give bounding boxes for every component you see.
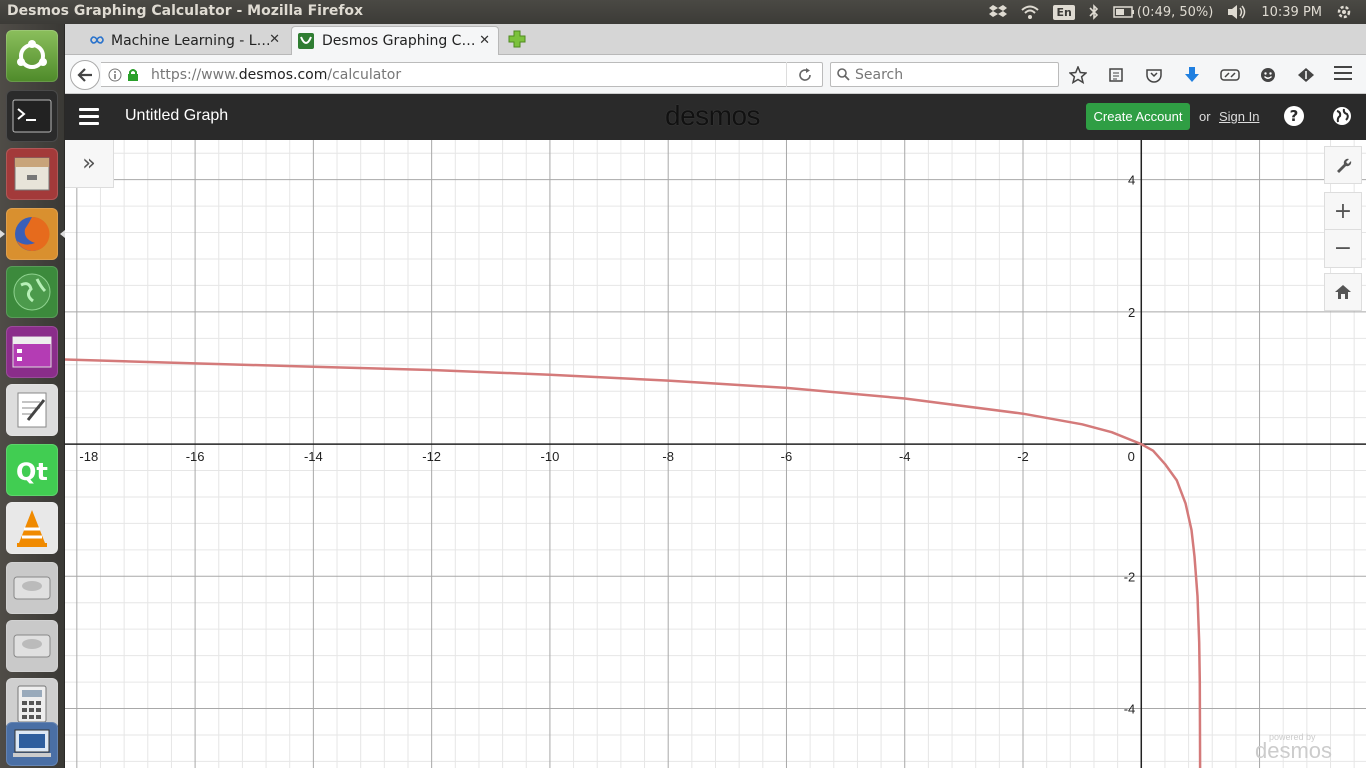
- zoom-in-button[interactable]: +: [1324, 192, 1362, 230]
- files-icon[interactable]: [6, 148, 58, 200]
- double-chevron-icon: »: [82, 151, 96, 176]
- help-icon[interactable]: ?: [1284, 106, 1304, 126]
- info-icon[interactable]: [108, 68, 122, 82]
- wrench-icon: [1324, 146, 1362, 184]
- smiley-icon[interactable]: [1258, 65, 1278, 85]
- tab-label: Machine Learning - L…: [111, 32, 271, 49]
- url-bar[interactable]: https://www. desmos.com/calculator: [101, 62, 823, 87]
- graph-title[interactable]: Untitled Graph: [125, 107, 228, 125]
- tab-label: Desmos Graphing C…: [322, 33, 476, 49]
- x-tick-label: 0: [1128, 449, 1135, 464]
- search-icon: [837, 68, 850, 81]
- y-tick-label: -4: [1124, 702, 1136, 717]
- x-tick-label: -12: [422, 449, 441, 464]
- language-globe-icon[interactable]: [1332, 106, 1352, 126]
- new-tab-icon[interactable]: [508, 30, 526, 48]
- power-gear-icon[interactable]: [1336, 0, 1352, 24]
- menu-hamburger-icon[interactable]: [1334, 66, 1352, 82]
- reload-button[interactable]: [786, 62, 822, 87]
- firefox-icon[interactable]: [6, 208, 58, 260]
- battery-indicator[interactable]: (0:49, 50%): [1113, 0, 1214, 24]
- x-tick-label: -4: [899, 449, 911, 464]
- zoom-controls: + −: [1324, 192, 1362, 268]
- x-tick-label: -8: [662, 449, 674, 464]
- x-tick-label: -18: [79, 449, 98, 464]
- qt-creator-icon[interactable]: Qt: [6, 444, 58, 496]
- graph-canvas[interactable]: -18 -16 -14 -12 -10 -8 -6 -4 -2 0 4 2 -2 -4: [65, 140, 1366, 768]
- desmos-logo: desmos: [665, 100, 761, 131]
- desmos-menu-icon[interactable]: [79, 108, 99, 126]
- share-icon[interactable]: [1296, 65, 1316, 85]
- battery-icon: [1113, 6, 1134, 18]
- back-button[interactable]: [70, 60, 100, 90]
- battery-text: (0:49, 50%): [1136, 4, 1214, 20]
- terminal-icon[interactable]: [6, 90, 58, 142]
- purple-app-icon[interactable]: [6, 326, 58, 378]
- coursera-infinity-icon: [90, 36, 104, 44]
- x-tick-label: -10: [541, 449, 560, 464]
- dropbox-icon[interactable]: [989, 0, 1008, 24]
- pocket-icon[interactable]: [1144, 65, 1164, 85]
- desmos-header: Untitled Graph desmos Create Account or …: [65, 94, 1366, 140]
- powered-by-logo: desmos: [1255, 738, 1333, 763]
- function-curve: [65, 358, 1202, 768]
- x-tick-label: -14: [304, 449, 323, 464]
- tab-desmos[interactable]: Desmos Graphing C… ✕: [291, 26, 499, 55]
- close-tab-icon[interactable]: ✕: [269, 32, 280, 47]
- text-editor-icon[interactable]: [6, 384, 58, 436]
- reading-list-icon[interactable]: [1106, 65, 1126, 85]
- y-tick-label: -2: [1124, 569, 1136, 584]
- powered-by-desmos[interactable]: powered by desmos: [1255, 732, 1332, 764]
- y-tick-label: 4: [1128, 173, 1135, 188]
- firefox-window: Machine Learning - L… ✕ Desmos Graphing …: [65, 24, 1366, 768]
- clock[interactable]: 10:39 PM: [1261, 0, 1322, 24]
- url-path: /calculator: [327, 66, 402, 83]
- globe-app-icon[interactable]: [6, 266, 58, 318]
- create-account-button[interactable]: Create Account: [1086, 103, 1190, 130]
- svg-text:Qt: Qt: [16, 458, 48, 486]
- graph-settings-button[interactable]: [1324, 146, 1362, 184]
- top-panel: Desmos Graphing Calculator - Mozilla Fir…: [0, 0, 1366, 24]
- remote-desktop-icon[interactable]: [6, 722, 58, 766]
- extension-icon[interactable]: [1220, 65, 1240, 85]
- keyboard-layout-indicator[interactable]: En: [1053, 0, 1075, 24]
- drive-icon-2[interactable]: [6, 620, 58, 672]
- close-tab-icon[interactable]: ✕: [479, 33, 490, 48]
- default-zoom-button[interactable]: [1324, 273, 1362, 311]
- sign-in-link[interactable]: Sign In: [1219, 109, 1259, 124]
- graph-paper[interactable]: -18 -16 -14 -12 -10 -8 -6 -4 -2 0 4 2 -2 -4 » + − pow…: [65, 140, 1366, 768]
- tab-machine-learning[interactable]: Machine Learning - L… ✕: [83, 26, 288, 55]
- url-prefix: https://www.: [151, 66, 239, 83]
- search-placeholder: Search: [855, 66, 904, 83]
- wifi-icon[interactable]: [1021, 0, 1040, 24]
- home-icon: [1324, 273, 1362, 311]
- navigation-bar: https://www. desmos.com/calculator Search: [65, 55, 1366, 94]
- bluetooth-icon[interactable]: [1089, 0, 1099, 24]
- tab-bar: Machine Learning - L… ✕ Desmos Graphing …: [65, 24, 1366, 55]
- vlc-icon[interactable]: [6, 502, 58, 554]
- zoom-out-button[interactable]: −: [1324, 230, 1362, 268]
- window-title: Desmos Graphing Calculator - Mozilla Fir…: [7, 3, 364, 19]
- expand-expressions-button[interactable]: »: [65, 140, 114, 188]
- x-tick-label: -2: [1017, 449, 1029, 464]
- back-arrow-icon: [77, 68, 92, 82]
- lock-icon: [128, 69, 138, 81]
- volume-icon[interactable]: [1227, 0, 1247, 24]
- download-icon[interactable]: [1182, 65, 1202, 85]
- x-tick-label: -16: [186, 449, 205, 464]
- ubuntu-dash-icon[interactable]: [6, 30, 58, 82]
- desmos-favicon-icon: [298, 33, 314, 49]
- search-input[interactable]: Search: [830, 62, 1059, 87]
- system-tray: En (0:49, 50%) 10:39 PM: [989, 0, 1366, 24]
- reload-icon: [798, 67, 811, 81]
- toolbar-icons: [1068, 65, 1334, 85]
- drive-icon[interactable]: [6, 562, 58, 614]
- unity-launcher: Qt: [0, 24, 65, 768]
- bookmark-star-icon[interactable]: [1068, 65, 1088, 85]
- y-tick-label: 2: [1128, 305, 1135, 320]
- or-text: or: [1199, 109, 1211, 124]
- x-tick-label: -6: [781, 449, 793, 464]
- url-domain: desmos.com: [238, 66, 328, 83]
